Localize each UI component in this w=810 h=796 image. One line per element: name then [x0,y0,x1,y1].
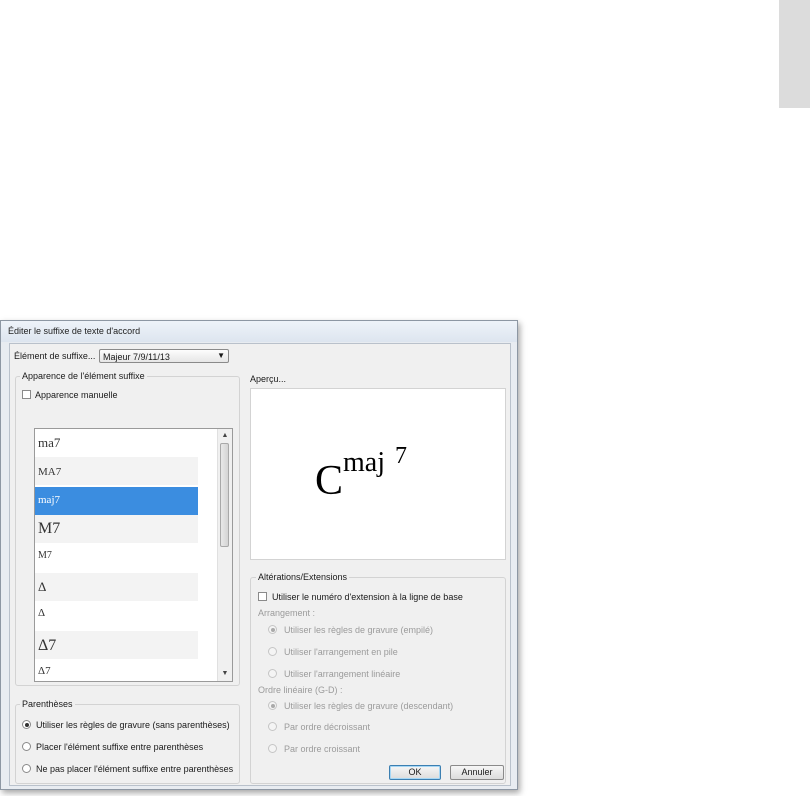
chevron-down-icon: ▼ [217,351,225,360]
baseline-extension-label: Utiliser le numéro d'extension à la lign… [272,592,463,602]
chord-suffix: maj [343,447,385,478]
ok-button[interactable]: OK [389,765,441,780]
appearance-group-title: Apparence de l'élément suffixe [20,371,147,381]
preview-panel: C maj 7 [250,388,506,560]
element-select-value: Majeur 7/9/11/13 [103,352,170,362]
element-label: Élément de suffixe... [14,351,96,361]
list-scrollbar[interactable]: ▲ ▼ [217,429,232,681]
radio-label: Utiliser les règles de gravure (sans par… [36,720,230,730]
suffix-appearance-list[interactable]: ma7 MA7 maj7 M7 M7 Δ Δ Δ7 Δ7 ▲ ▼ [34,428,233,682]
list-item[interactable]: MA7 [35,457,198,485]
radio-order-engraving[interactable] [268,701,277,710]
radio-arrangement-linear[interactable] [268,669,277,678]
linear-order-label: Ordre linéaire (G-D) : [258,685,343,695]
radio-arrangement-stack[interactable] [268,647,277,656]
radio-without-parentheses[interactable] [22,764,31,773]
chord-extension: 7 [395,443,407,469]
radio-label: Par ordre croissant [284,744,361,754]
radio-with-parentheses[interactable] [22,742,31,751]
arrangement-label: Arrangement : [258,608,316,618]
list-item[interactable]: Δ [35,573,198,601]
list-item[interactable]: Δ [35,603,198,631]
radio-label: Utiliser l'arrangement linéaire [284,669,401,679]
radio-label: Utiliser les règles de gravure (empilé) [284,625,434,635]
dialog-body: Élément de suffixe... Majeur 7/9/11/13 ▼… [9,343,511,786]
radio-label: Utiliser l'arrangement en pile [284,647,398,657]
title-bar[interactable]: Éditer le suffixe de texte d'accord [1,321,517,342]
chord-suffix-dialog: Éditer le suffixe de texte d'accord Élém… [0,320,518,790]
scroll-down-arrow-icon[interactable]: ▼ [218,667,232,681]
preview-title: Aperçu... [250,374,287,384]
list-item[interactable]: Δ7 [35,659,198,681]
baseline-extension-checkbox[interactable] [258,592,267,601]
side-tab [779,0,810,108]
scrollbar-thumb[interactable] [220,443,229,547]
manual-appearance-label: Apparence manuelle [35,390,118,400]
list-item[interactable]: M7 [35,515,198,543]
chord-root: C [315,458,344,504]
list-item[interactable]: Δ7 [35,631,198,659]
radio-label: Placer l'élément suffixe entre parenthès… [36,742,204,752]
alterations-group-title: Altérations/Extensions [256,572,350,582]
parentheses-group-title: Parenthèses [20,699,75,709]
radio-label: Par ordre décroissant [284,722,371,732]
list-item[interactable]: ma7 [35,429,198,457]
scroll-up-arrow-icon[interactable]: ▲ [218,429,232,443]
list-item[interactable]: M7 [35,543,198,571]
radio-label: Ne pas placer l'élément suffixe entre pa… [36,764,234,774]
radio-label: Utiliser les règles de gravure (descenda… [284,701,454,711]
list-item-selected[interactable]: maj7 [35,487,198,515]
dialog-title: Éditer le suffixe de texte d'accord [8,326,141,336]
chord-preview: C maj 7 [315,439,445,509]
radio-arrangement-engraving[interactable] [268,625,277,634]
element-select[interactable]: Majeur 7/9/11/13 ▼ [99,349,229,363]
radio-order-ascending[interactable] [268,744,277,753]
radio-engraving-rules[interactable] [22,720,31,729]
radio-order-descending[interactable] [268,722,277,731]
cancel-button[interactable]: Annuler [450,765,504,780]
manual-appearance-checkbox[interactable] [22,390,31,399]
